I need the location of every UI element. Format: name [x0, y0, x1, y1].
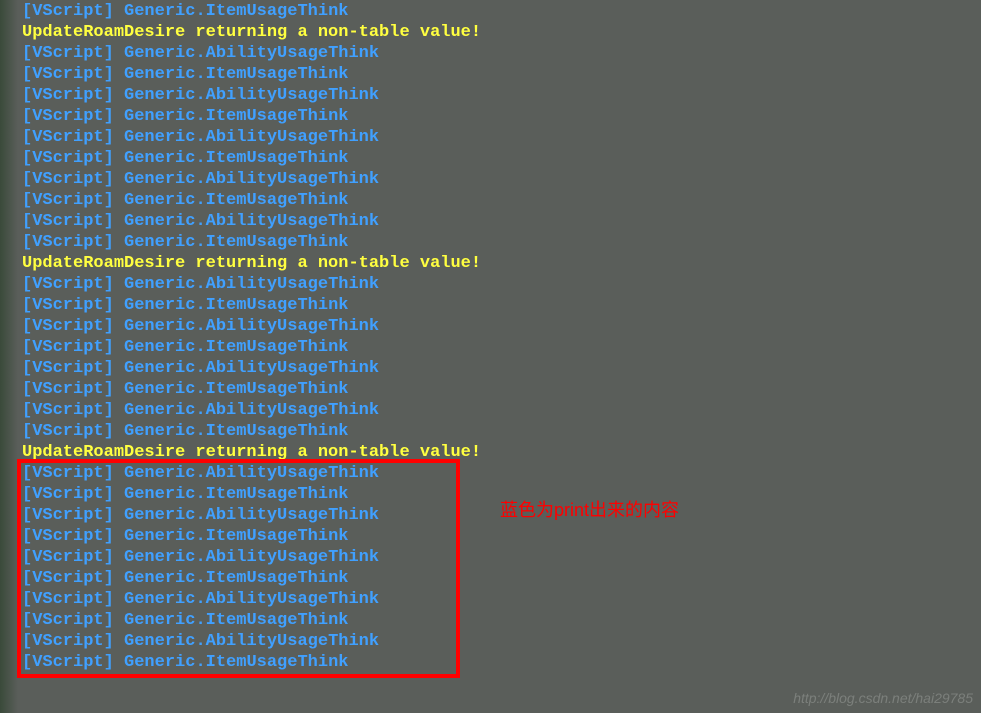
vscript-prefix: [VScript]	[22, 149, 114, 168]
console-line: [VScript] Generic.AbilityUsageThink	[22, 169, 981, 190]
vscript-message: Generic.ItemUsageThink	[114, 653, 349, 672]
vscript-prefix: [VScript]	[22, 65, 114, 84]
vscript-message: Generic.ItemUsageThink	[114, 380, 349, 399]
console-line: [VScript] Generic.ItemUsageThink	[22, 190, 981, 211]
vscript-message: Generic.ItemUsageThink	[114, 107, 349, 126]
vscript-prefix: [VScript]	[22, 2, 114, 21]
vscript-prefix: [VScript]	[22, 632, 114, 651]
vscript-message: Generic.ItemUsageThink	[114, 65, 349, 84]
vscript-message: Generic.AbilityUsageThink	[114, 401, 379, 420]
vscript-prefix: [VScript]	[22, 107, 114, 126]
vscript-prefix: [VScript]	[22, 233, 114, 252]
vscript-message: Generic.ItemUsageThink	[114, 149, 349, 168]
console-line: [VScript] Generic.AbilityUsageThink	[22, 631, 981, 652]
vscript-message: Generic.ItemUsageThink	[114, 191, 349, 210]
vscript-message: Generic.AbilityUsageThink	[114, 359, 379, 378]
vscript-message: Generic.AbilityUsageThink	[114, 590, 379, 609]
console-line: UpdateRoamDesire returning a non-table v…	[22, 442, 981, 463]
vscript-prefix: [VScript]	[22, 380, 114, 399]
console-line: [VScript] Generic.AbilityUsageThink	[22, 211, 981, 232]
vscript-message: Generic.AbilityUsageThink	[114, 275, 379, 294]
vscript-prefix: [VScript]	[22, 44, 114, 63]
console-line: [VScript] Generic.AbilityUsageThink	[22, 127, 981, 148]
vscript-prefix: [VScript]	[22, 317, 114, 336]
vscript-prefix: [VScript]	[22, 338, 114, 357]
vscript-message: Generic.ItemUsageThink	[114, 233, 349, 252]
vscript-message: Generic.ItemUsageThink	[114, 296, 349, 315]
vscript-prefix: [VScript]	[22, 170, 114, 189]
vscript-prefix: [VScript]	[22, 191, 114, 210]
console-line: [VScript] Generic.ItemUsageThink	[22, 526, 981, 547]
vscript-prefix: [VScript]	[22, 506, 114, 525]
annotation-text: 蓝色为print出来的内容	[500, 500, 679, 521]
console-line: [VScript] Generic.AbilityUsageThink	[22, 43, 981, 64]
console-line: [VScript] Generic.ItemUsageThink	[22, 295, 981, 316]
console-line: [VScript] Generic.ItemUsageThink	[22, 421, 981, 442]
vscript-message: Generic.ItemUsageThink	[114, 527, 349, 546]
console-line: [VScript] Generic.ItemUsageThink	[22, 1, 981, 22]
vscript-message: Generic.AbilityUsageThink	[114, 128, 379, 147]
vscript-prefix: [VScript]	[22, 464, 114, 483]
console-line: [VScript] Generic.AbilityUsageThink	[22, 358, 981, 379]
console-line: [VScript] Generic.AbilityUsageThink	[22, 274, 981, 295]
console-line: [VScript] Generic.AbilityUsageThink	[22, 400, 981, 421]
vscript-message: Generic.AbilityUsageThink	[114, 86, 379, 105]
vscript-message: Generic.AbilityUsageThink	[114, 317, 379, 336]
vscript-message: Generic.ItemUsageThink	[114, 2, 349, 21]
console-line: [VScript] Generic.ItemUsageThink	[22, 568, 981, 589]
vscript-message: Generic.ItemUsageThink	[114, 611, 349, 630]
vscript-prefix: [VScript]	[22, 485, 114, 504]
console-line: [VScript] Generic.AbilityUsageThink	[22, 85, 981, 106]
vscript-prefix: [VScript]	[22, 548, 114, 567]
vscript-message: Generic.AbilityUsageThink	[114, 506, 379, 525]
console-output[interactable]: [VScript] Generic.ItemUsageThinkUpdateRo…	[0, 0, 981, 673]
vscript-message: Generic.AbilityUsageThink	[114, 464, 379, 483]
console-line: [VScript] Generic.ItemUsageThink	[22, 106, 981, 127]
vscript-prefix: [VScript]	[22, 359, 114, 378]
vscript-prefix: [VScript]	[22, 128, 114, 147]
console-line: [VScript] Generic.AbilityUsageThink	[22, 463, 981, 484]
vscript-message: Generic.AbilityUsageThink	[114, 632, 379, 651]
console-line: [VScript] Generic.ItemUsageThink	[22, 610, 981, 631]
console-line: [VScript] Generic.ItemUsageThink	[22, 148, 981, 169]
vscript-prefix: [VScript]	[22, 611, 114, 630]
vscript-message: Generic.ItemUsageThink	[114, 338, 349, 357]
vscript-prefix: [VScript]	[22, 212, 114, 231]
vscript-message: Generic.AbilityUsageThink	[114, 44, 379, 63]
vscript-prefix: [VScript]	[22, 296, 114, 315]
console-line: [VScript] Generic.AbilityUsageThink	[22, 547, 981, 568]
window-edge	[0, 0, 18, 713]
console-line: [VScript] Generic.AbilityUsageThink	[22, 316, 981, 337]
watermark-text: http://blog.csdn.net/hai29785	[793, 688, 973, 709]
console-line: UpdateRoamDesire returning a non-table v…	[22, 253, 981, 274]
console-line: [VScript] Generic.ItemUsageThink	[22, 337, 981, 358]
vscript-prefix: [VScript]	[22, 569, 114, 588]
vscript-message: Generic.ItemUsageThink	[114, 569, 349, 588]
console-line: [VScript] Generic.AbilityUsageThink	[22, 589, 981, 610]
vscript-prefix: [VScript]	[22, 86, 114, 105]
vscript-prefix: [VScript]	[22, 590, 114, 609]
vscript-message: Generic.ItemUsageThink	[114, 422, 349, 441]
console-line: [VScript] Generic.ItemUsageThink	[22, 379, 981, 400]
console-line: [VScript] Generic.ItemUsageThink	[22, 232, 981, 253]
console-line: [VScript] Generic.ItemUsageThink	[22, 64, 981, 85]
vscript-prefix: [VScript]	[22, 422, 114, 441]
vscript-prefix: [VScript]	[22, 653, 114, 672]
console-line: [VScript] Generic.ItemUsageThink	[22, 652, 981, 673]
vscript-prefix: [VScript]	[22, 275, 114, 294]
vscript-prefix: [VScript]	[22, 527, 114, 546]
vscript-message: Generic.AbilityUsageThink	[114, 548, 379, 567]
vscript-message: Generic.ItemUsageThink	[114, 485, 349, 504]
vscript-prefix: [VScript]	[22, 401, 114, 420]
console-line: UpdateRoamDesire returning a non-table v…	[22, 22, 981, 43]
vscript-message: Generic.AbilityUsageThink	[114, 170, 379, 189]
vscript-message: Generic.AbilityUsageThink	[114, 212, 379, 231]
